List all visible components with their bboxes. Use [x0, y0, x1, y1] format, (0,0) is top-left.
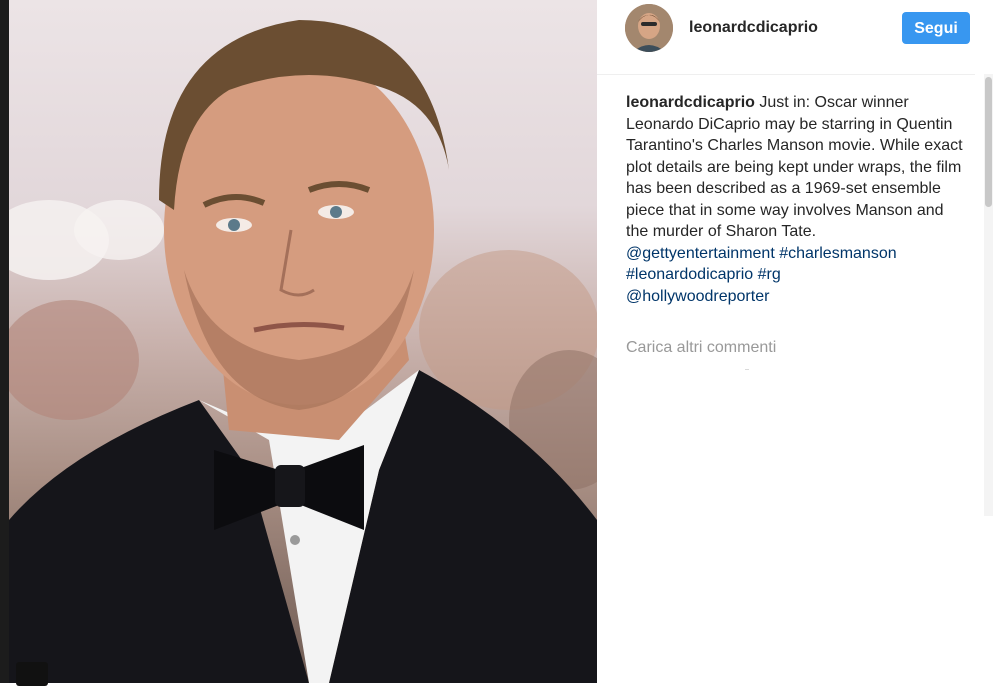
post-sidebar: leonardcdicaprio Segui leonardcdicaprio …	[597, 0, 1000, 683]
load-more-comments-link[interactable]: Carica altri commenti	[626, 339, 776, 357]
left-edge	[0, 0, 9, 683]
hashtag-line[interactable]: @hollywoodreporter	[626, 286, 966, 308]
post-photo[interactable]	[9, 0, 597, 683]
scrollbar-thumb[interactable]	[985, 77, 992, 207]
user-tag-icon[interactable]	[16, 662, 48, 686]
follow-button[interactable]: Segui	[902, 12, 970, 44]
divider	[745, 369, 749, 370]
username-link[interactable]: leonardcdicaprio	[689, 19, 818, 37]
avatar[interactable]	[625, 4, 673, 52]
hashtag-line[interactable]: @gettyentertainment #charlesmanson	[626, 243, 966, 265]
portrait-image	[9, 20, 597, 683]
post-caption: leonardcdicaprio Just in: Oscar winner L…	[626, 92, 966, 307]
post-header: leonardcdicaprio Segui	[597, 0, 975, 75]
caption-username[interactable]: leonardcdicaprio	[626, 94, 755, 111]
caption-text: Just in: Oscar winner Leonardo DiCaprio …	[626, 94, 963, 240]
hashtag-line[interactable]: #leonardodicaprio #rg	[626, 264, 966, 286]
